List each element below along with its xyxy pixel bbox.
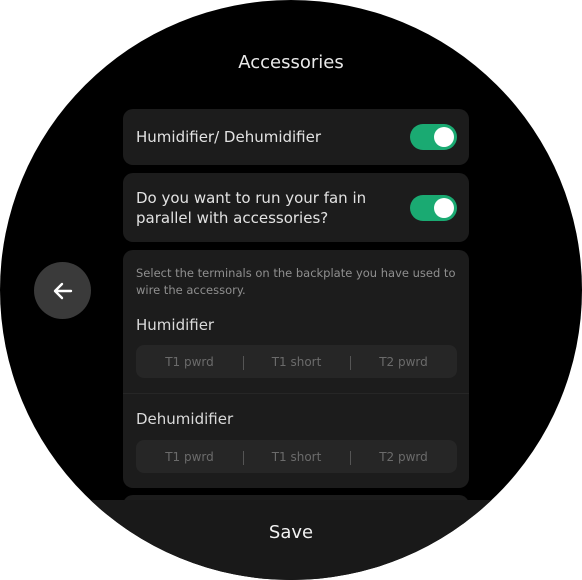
dehumidifier-terminal-selector: T1 pwrd T1 short T2 pwrd <box>136 440 457 473</box>
section-divider <box>123 393 469 394</box>
humidifier-terminal-selector: T1 pwrd T1 short T2 pwrd <box>136 345 457 378</box>
fan-parallel-toggle-row: Do you want to run your fan in parallel … <box>123 173 469 242</box>
humidifier-option-t1-pwrd[interactable]: T1 pwrd <box>136 355 243 369</box>
dehumidifier-option-t2-pwrd[interactable]: T2 pwrd <box>350 450 457 465</box>
device-screen: Accessories Humidifier/ Dehumidifier Do … <box>0 0 582 580</box>
humidifier-toggle[interactable] <box>410 124 457 150</box>
fan-parallel-toggle[interactable] <box>410 195 457 221</box>
toggle-knob <box>434 198 454 218</box>
humidifier-option-t2-pwrd[interactable]: T2 pwrd <box>350 355 457 370</box>
dehumidifier-option-t1-short[interactable]: T1 short <box>243 450 350 465</box>
humidifier-option-t1-short[interactable]: T1 short <box>243 355 350 370</box>
terminal-selection-card: Select the terminals on the backplate yo… <box>123 250 469 488</box>
terminal-instructions: Select the terminals on the backplate yo… <box>136 266 456 297</box>
back-button[interactable] <box>34 262 91 319</box>
page-title: Accessories <box>238 52 344 73</box>
humidifier-toggle-row: Humidifier/ Dehumidifier <box>123 109 469 165</box>
humidifier-section-title: Humidifier <box>136 316 215 334</box>
fan-parallel-toggle-label: Do you want to run your fan in parallel … <box>136 189 367 227</box>
arrow-left-icon <box>53 282 72 299</box>
dehumidifier-section-title: Dehumidifier <box>136 410 234 428</box>
save-button-label[interactable]: Save <box>0 522 582 543</box>
dehumidifier-option-t1-pwrd[interactable]: T1 pwrd <box>136 450 243 464</box>
toggle-knob <box>434 127 454 147</box>
humidifier-toggle-label: Humidifier/ Dehumidifier <box>136 128 322 146</box>
